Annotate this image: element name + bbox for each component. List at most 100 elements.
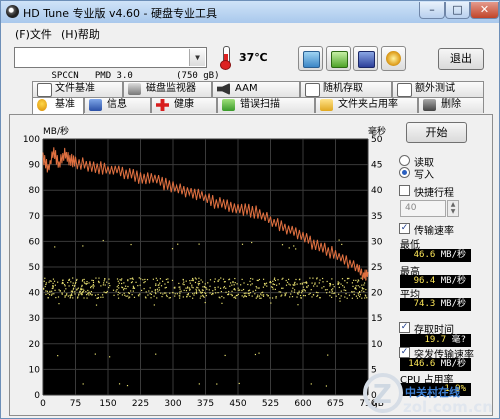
tab-info[interactable]: 信息	[84, 97, 151, 113]
menu-file[interactable]: (F)文件	[15, 26, 52, 42]
short-stroke-spinner[interactable]: ▲ ▼	[447, 200, 459, 217]
access-time-point	[61, 293, 63, 295]
burst-rate-checkbox[interactable]: ✓	[399, 347, 410, 358]
tab-health[interactable]: 健康	[151, 97, 217, 113]
tab-label: 磁盘监视器	[146, 83, 196, 94]
y-left-tick-label: 100	[23, 135, 40, 145]
access-time-point	[155, 283, 157, 285]
access-time-point	[229, 285, 231, 287]
access-time-point	[208, 289, 210, 291]
write-radio[interactable]	[399, 167, 410, 178]
access-time-point	[52, 285, 54, 287]
access-time-point	[204, 292, 206, 294]
tab-erase[interactable]: 删除	[418, 97, 484, 113]
copy-text-button[interactable]	[298, 46, 323, 71]
access-time-point	[285, 292, 287, 294]
access-time-point	[194, 292, 196, 294]
access-time-point	[69, 294, 71, 296]
access-time-point	[291, 290, 293, 292]
access-time-point	[345, 289, 347, 292]
access-time-point	[86, 297, 88, 299]
access-time-point	[67, 295, 69, 297]
access-time-point	[248, 294, 250, 296]
access-time-point	[266, 294, 268, 296]
exit-button[interactable]: 退出	[438, 48, 484, 70]
access-time-point	[91, 294, 93, 296]
min-rate-value: 46.6	[413, 250, 436, 260]
start-button[interactable]: 开始	[406, 122, 467, 143]
access-time-point	[324, 289, 327, 291]
tab-disk-monitor[interactable]: 磁盘监视器	[123, 81, 212, 97]
access-time-point	[149, 287, 151, 289]
tab-random-access[interactable]: 随机存取	[300, 81, 392, 97]
maximize-button[interactable]: □	[445, 2, 470, 19]
read-radio[interactable]	[399, 155, 410, 166]
short-stroke-input[interactable]: 40	[400, 200, 446, 217]
access-time-point	[138, 277, 140, 279]
access-time-point	[183, 289, 185, 291]
tab-label: 文件基准	[55, 83, 95, 94]
access-time-checkbox[interactable]: ✓	[399, 322, 410, 333]
access-time-point	[360, 277, 362, 279]
transfer-rate-checkbox[interactable]: ✓	[399, 223, 410, 234]
short-stroke-checkbox[interactable]	[399, 185, 410, 196]
tab-error-scan[interactable]: 错误扫描	[217, 97, 315, 113]
access-time-point	[355, 285, 357, 287]
access-time-point	[326, 292, 328, 294]
access-time-value: 19.7	[424, 335, 447, 345]
copy-screen-button[interactable]	[326, 46, 351, 71]
access-time-point	[100, 285, 102, 287]
access-time-point	[221, 302, 223, 304]
access-time-point	[126, 384, 129, 387]
access-time-point	[81, 280, 84, 282]
access-time-point	[154, 291, 157, 293]
tab-folder-usage[interactable]: 文件夹占用率	[315, 97, 418, 113]
tab-extra-tests[interactable]: 额外测试	[392, 81, 484, 97]
access-time-point	[127, 295, 129, 297]
access-time-point	[304, 295, 306, 297]
access-time-point	[61, 281, 64, 284]
access-time-point	[117, 297, 120, 299]
access-time-point	[295, 278, 297, 281]
access-time-point	[357, 285, 359, 287]
access-time-point	[346, 277, 349, 280]
access-time-point	[344, 296, 346, 298]
access-time-point	[197, 284, 200, 286]
access-time-point	[298, 292, 300, 294]
minimize-button[interactable]: –	[419, 2, 445, 19]
access-time-point	[297, 293, 299, 295]
access-time-point	[318, 282, 320, 284]
access-time-point	[76, 278, 78, 281]
access-time-point	[54, 289, 56, 291]
access-time-point	[118, 383, 121, 385]
access-time-point	[119, 292, 121, 294]
y-right-axis-label: 毫秒	[368, 125, 386, 137]
title-bar[interactable]: HD Tune 专业版 v4.60 - 硬盘专业工具 – □ ✕	[1, 1, 499, 23]
access-time-point	[151, 290, 153, 293]
access-time-point	[241, 289, 243, 292]
options-button[interactable]	[381, 46, 406, 71]
menu-help[interactable]: (H)帮助	[61, 26, 100, 42]
access-time-point	[259, 293, 262, 295]
access-time-point	[72, 277, 74, 279]
save-button[interactable]	[353, 46, 378, 71]
access-time-point	[132, 290, 134, 292]
access-time-point	[292, 287, 294, 289]
access-time-point	[129, 278, 131, 280]
access-time-point	[251, 241, 253, 244]
access-time-point	[200, 279, 202, 281]
access-time-point	[307, 285, 309, 287]
access-time-point	[188, 287, 190, 289]
access-time-point	[207, 282, 209, 284]
y-right-tick-label: 10	[371, 340, 383, 350]
access-time-point	[258, 295, 261, 297]
tab-benchmark[interactable]: 基准	[32, 97, 84, 114]
access-time-point	[161, 295, 163, 298]
access-time-point	[62, 279, 64, 281]
drive-select[interactable]: SPCCN PMD 3.0 (750 gB) ▼	[14, 47, 220, 81]
tab-aam[interactable]: AAM	[212, 81, 300, 97]
tab-file-benchmark[interactable]: 文件基准	[32, 81, 123, 97]
close-button[interactable]: ✕	[470, 2, 499, 19]
access-time-point	[91, 279, 93, 281]
chevron-down-icon[interactable]: ▼	[189, 49, 205, 66]
